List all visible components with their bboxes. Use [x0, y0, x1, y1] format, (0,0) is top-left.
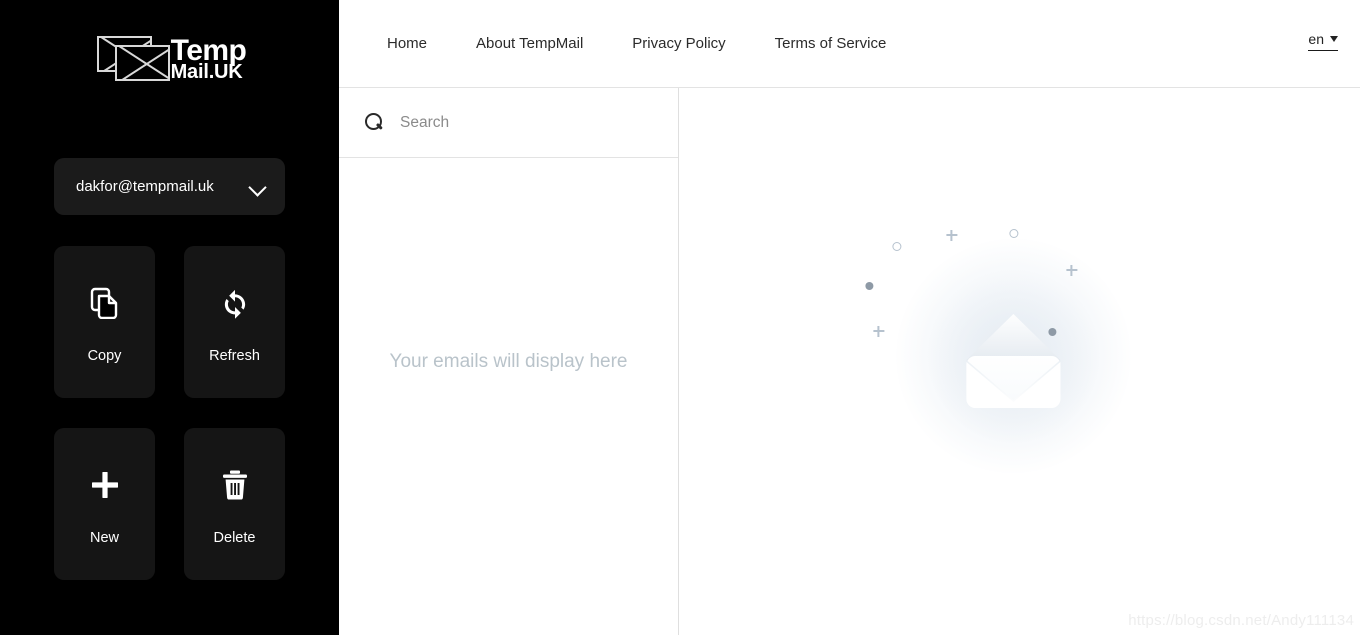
- trash-icon: [220, 462, 250, 508]
- content-row: Your emails will display here: [339, 88, 1360, 635]
- search-bar: [339, 88, 678, 158]
- envelope-graphic: [964, 310, 1062, 410]
- nav-links: Home About TempMail Privacy Policy Terms…: [339, 29, 935, 58]
- language-selector[interactable]: en: [1308, 31, 1338, 51]
- empty-list-message: Your emails will display here: [389, 350, 628, 372]
- nav-item-about[interactable]: About TempMail: [476, 29, 583, 58]
- open-envelope-illustration: [848, 206, 1178, 506]
- copy-button[interactable]: Copy: [54, 246, 155, 398]
- sidebar-action-grid: Copy Refresh New Delete: [54, 246, 286, 580]
- new-button[interactable]: New: [54, 428, 155, 580]
- deco-plus-3: [872, 325, 884, 337]
- search-input[interactable]: [400, 113, 640, 132]
- mail-preview-column: https://blog.csdn.net/Andy111134: [679, 88, 1360, 635]
- copy-button-label: Copy: [87, 348, 122, 364]
- watermark-text: https://blog.csdn.net/Andy111134: [1128, 612, 1354, 629]
- refresh-button-label: Refresh: [209, 348, 260, 364]
- top-navigation: Home About TempMail Privacy Policy Terms…: [339, 0, 1360, 88]
- deco-plus-1: [945, 229, 957, 241]
- main-area: Home About TempMail Privacy Policy Terms…: [339, 0, 1360, 635]
- refresh-icon: [219, 280, 251, 326]
- logo-line-2: Mail.UK: [170, 61, 243, 83]
- nav-item-privacy[interactable]: Privacy Policy: [632, 29, 725, 58]
- deco-plus-2: [1065, 264, 1077, 276]
- app-logo: Temp Mail.UK: [0, 34, 339, 84]
- tempmail-app: Temp Mail.UK dakfor@tempmail.uk Copy Ref…: [0, 0, 1360, 635]
- search-icon: [365, 113, 384, 132]
- sidebar: Temp Mail.UK dakfor@tempmail.uk Copy Ref…: [0, 0, 339, 635]
- delete-button-label: Delete: [213, 530, 256, 546]
- language-code: en: [1308, 31, 1324, 47]
- nav-item-terms[interactable]: Terms of Service: [775, 29, 887, 58]
- envelope-logo-icon: [93, 34, 173, 84]
- plus-icon: [89, 462, 121, 508]
- deco-dot-1: [864, 281, 873, 290]
- email-address-selector[interactable]: dakfor@tempmail.uk: [54, 158, 285, 215]
- chevron-down-icon: [249, 178, 267, 196]
- copy-icon: [90, 280, 120, 326]
- mail-list-column: Your emails will display here: [339, 88, 679, 635]
- new-button-label: New: [89, 530, 119, 546]
- deco-ring-2: [1008, 228, 1018, 238]
- nav-item-home[interactable]: Home: [387, 29, 427, 58]
- current-email-address: dakfor@tempmail.uk: [76, 178, 214, 195]
- triangle-down-icon: [1330, 36, 1338, 42]
- deco-ring-1: [891, 241, 901, 251]
- refresh-button[interactable]: Refresh: [184, 246, 285, 398]
- delete-button[interactable]: Delete: [184, 428, 285, 580]
